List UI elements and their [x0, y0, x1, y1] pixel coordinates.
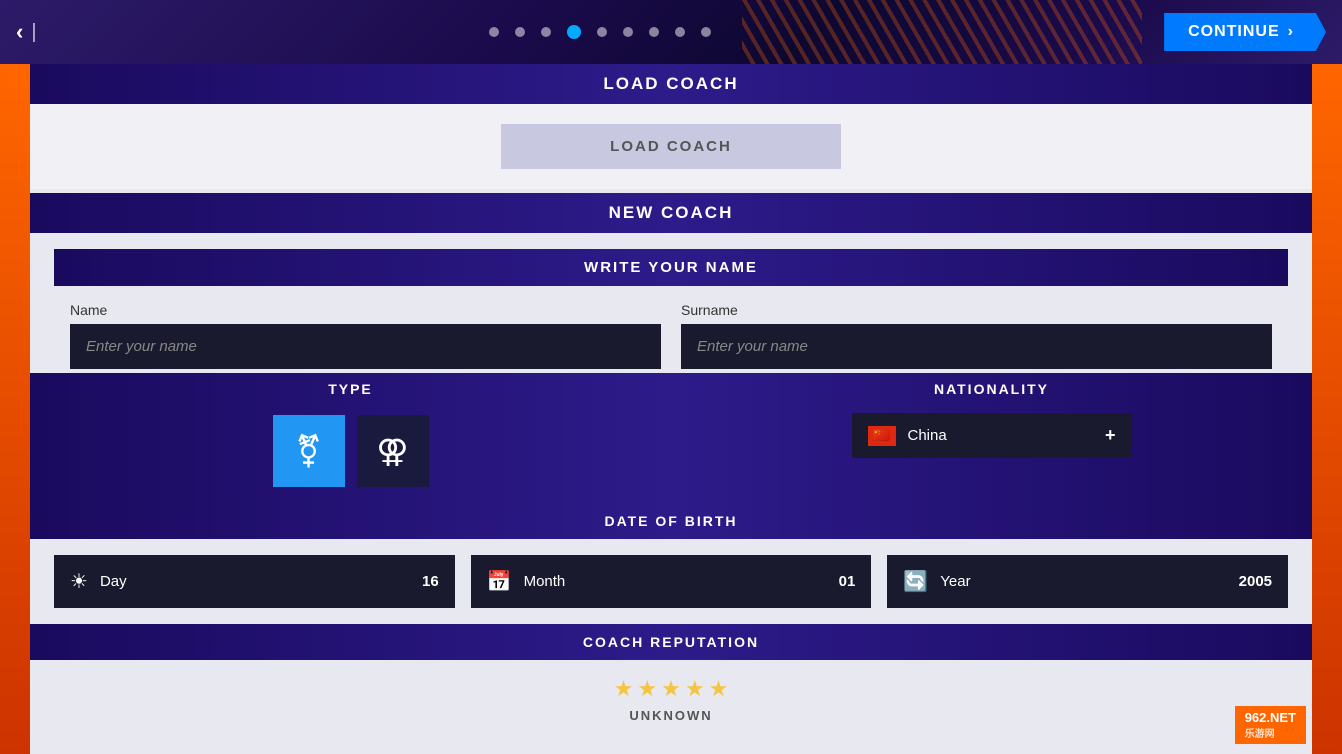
nationality-value: China: [908, 427, 1093, 444]
year-field[interactable]: 🔄 Year 2005: [887, 555, 1288, 608]
month-icon: 📅: [487, 569, 512, 594]
dot-1: [489, 27, 499, 37]
progress-dots: [489, 25, 711, 39]
continue-button[interactable]: CONTINUE ›: [1164, 13, 1326, 51]
back-button[interactable]: ‹ |: [16, 19, 37, 45]
left-decoration: [0, 64, 30, 754]
surname-field-group: Surname: [681, 302, 1272, 369]
dot-3: [541, 27, 551, 37]
year-icon: 🔄: [903, 569, 928, 594]
watermark: 962.NET 乐游网: [1235, 706, 1306, 744]
watermark-text: 962.NET: [1245, 710, 1296, 725]
star-2: ★: [637, 676, 657, 702]
male-gender-button[interactable]: ⚧: [273, 415, 345, 487]
load-coach-area: LOAD COACH: [30, 104, 1312, 189]
dot-7: [649, 27, 659, 37]
name-fields-row: Name Surname: [54, 302, 1288, 369]
gender-buttons: ⚧ ⚢: [257, 405, 445, 503]
reputation-status: UNKNOWN: [46, 708, 1296, 723]
nationality-plus-icon: +: [1105, 425, 1116, 446]
day-label: Day: [100, 573, 410, 590]
nationality-section: NATIONALITY 🇨🇳 China +: [671, 373, 1312, 503]
new-coach-section: NEW COACH WRITE YOUR NAME Name Surname: [30, 193, 1312, 739]
star-3: ★: [661, 676, 681, 702]
day-field[interactable]: ☀ Day 16: [54, 555, 455, 608]
china-flag-icon: 🇨🇳: [868, 426, 896, 446]
main-content: LOAD COACH LOAD COACH NEW COACH WRITE YO…: [30, 64, 1312, 754]
write-name-header: WRITE YOUR NAME: [54, 249, 1288, 286]
name-label: Name: [70, 302, 661, 318]
surname-label: Surname: [681, 302, 1272, 318]
type-nationality-row: TYPE ⚧ ⚢ NATIONALITY 🇨🇳 China +: [30, 373, 1312, 503]
continue-arrow-icon: ›: [1288, 23, 1294, 41]
dot-6: [623, 27, 633, 37]
star-4: ★: [685, 676, 705, 702]
back-separator: |: [31, 21, 36, 44]
female-gender-button[interactable]: ⚢: [357, 415, 429, 487]
dot-5: [597, 27, 607, 37]
star-1: ★: [614, 676, 634, 702]
nationality-header: NATIONALITY: [671, 373, 1312, 405]
nationality-dropdown[interactable]: 🇨🇳 China +: [852, 413, 1132, 458]
top-bar: ‹ | CONTINUE ›: [0, 0, 1342, 64]
month-field[interactable]: 📅 Month 01: [471, 555, 872, 608]
dob-header: DATE OF BIRTH: [30, 503, 1312, 539]
reputation-stars: ★ ★ ★ ★ ★: [46, 676, 1296, 702]
day-value: 16: [422, 573, 439, 590]
year-label: Year: [940, 573, 1226, 590]
day-icon: ☀: [70, 569, 88, 594]
load-coach-section-header: LOAD COACH: [30, 64, 1312, 104]
surname-input[interactable]: [681, 324, 1272, 369]
dot-4-active: [567, 25, 581, 39]
type-section: TYPE ⚧ ⚢: [30, 373, 671, 503]
reputation-section: COACH REPUTATION: [30, 624, 1312, 660]
star-5: ★: [709, 676, 729, 702]
load-coach-button[interactable]: LOAD COACH: [501, 124, 841, 169]
month-value: 01: [839, 573, 856, 590]
type-header: TYPE: [30, 373, 671, 405]
dob-fields: ☀ Day 16 📅 Month 01 🔄 Year 2005: [30, 539, 1312, 624]
back-arrow-icon: ‹: [16, 19, 23, 45]
dot-9: [701, 27, 711, 37]
reputation-header: COACH REPUTATION: [30, 624, 1312, 660]
male-icon: ⚧: [295, 432, 322, 470]
year-value: 2005: [1239, 573, 1272, 590]
right-decoration: [1312, 64, 1342, 754]
reputation-content: ★ ★ ★ ★ ★ UNKNOWN: [30, 660, 1312, 739]
continue-label: CONTINUE: [1188, 23, 1280, 41]
dot-8: [675, 27, 685, 37]
new-coach-section-header: NEW COACH: [30, 193, 1312, 233]
dot-2: [515, 27, 525, 37]
female-icon: ⚢: [376, 432, 408, 470]
name-input[interactable]: [70, 324, 661, 369]
name-field-group: Name: [70, 302, 661, 369]
month-label: Month: [524, 573, 827, 590]
watermark-sub: 乐游网: [1245, 729, 1275, 740]
dob-section: DATE OF BIRTH: [30, 503, 1312, 539]
